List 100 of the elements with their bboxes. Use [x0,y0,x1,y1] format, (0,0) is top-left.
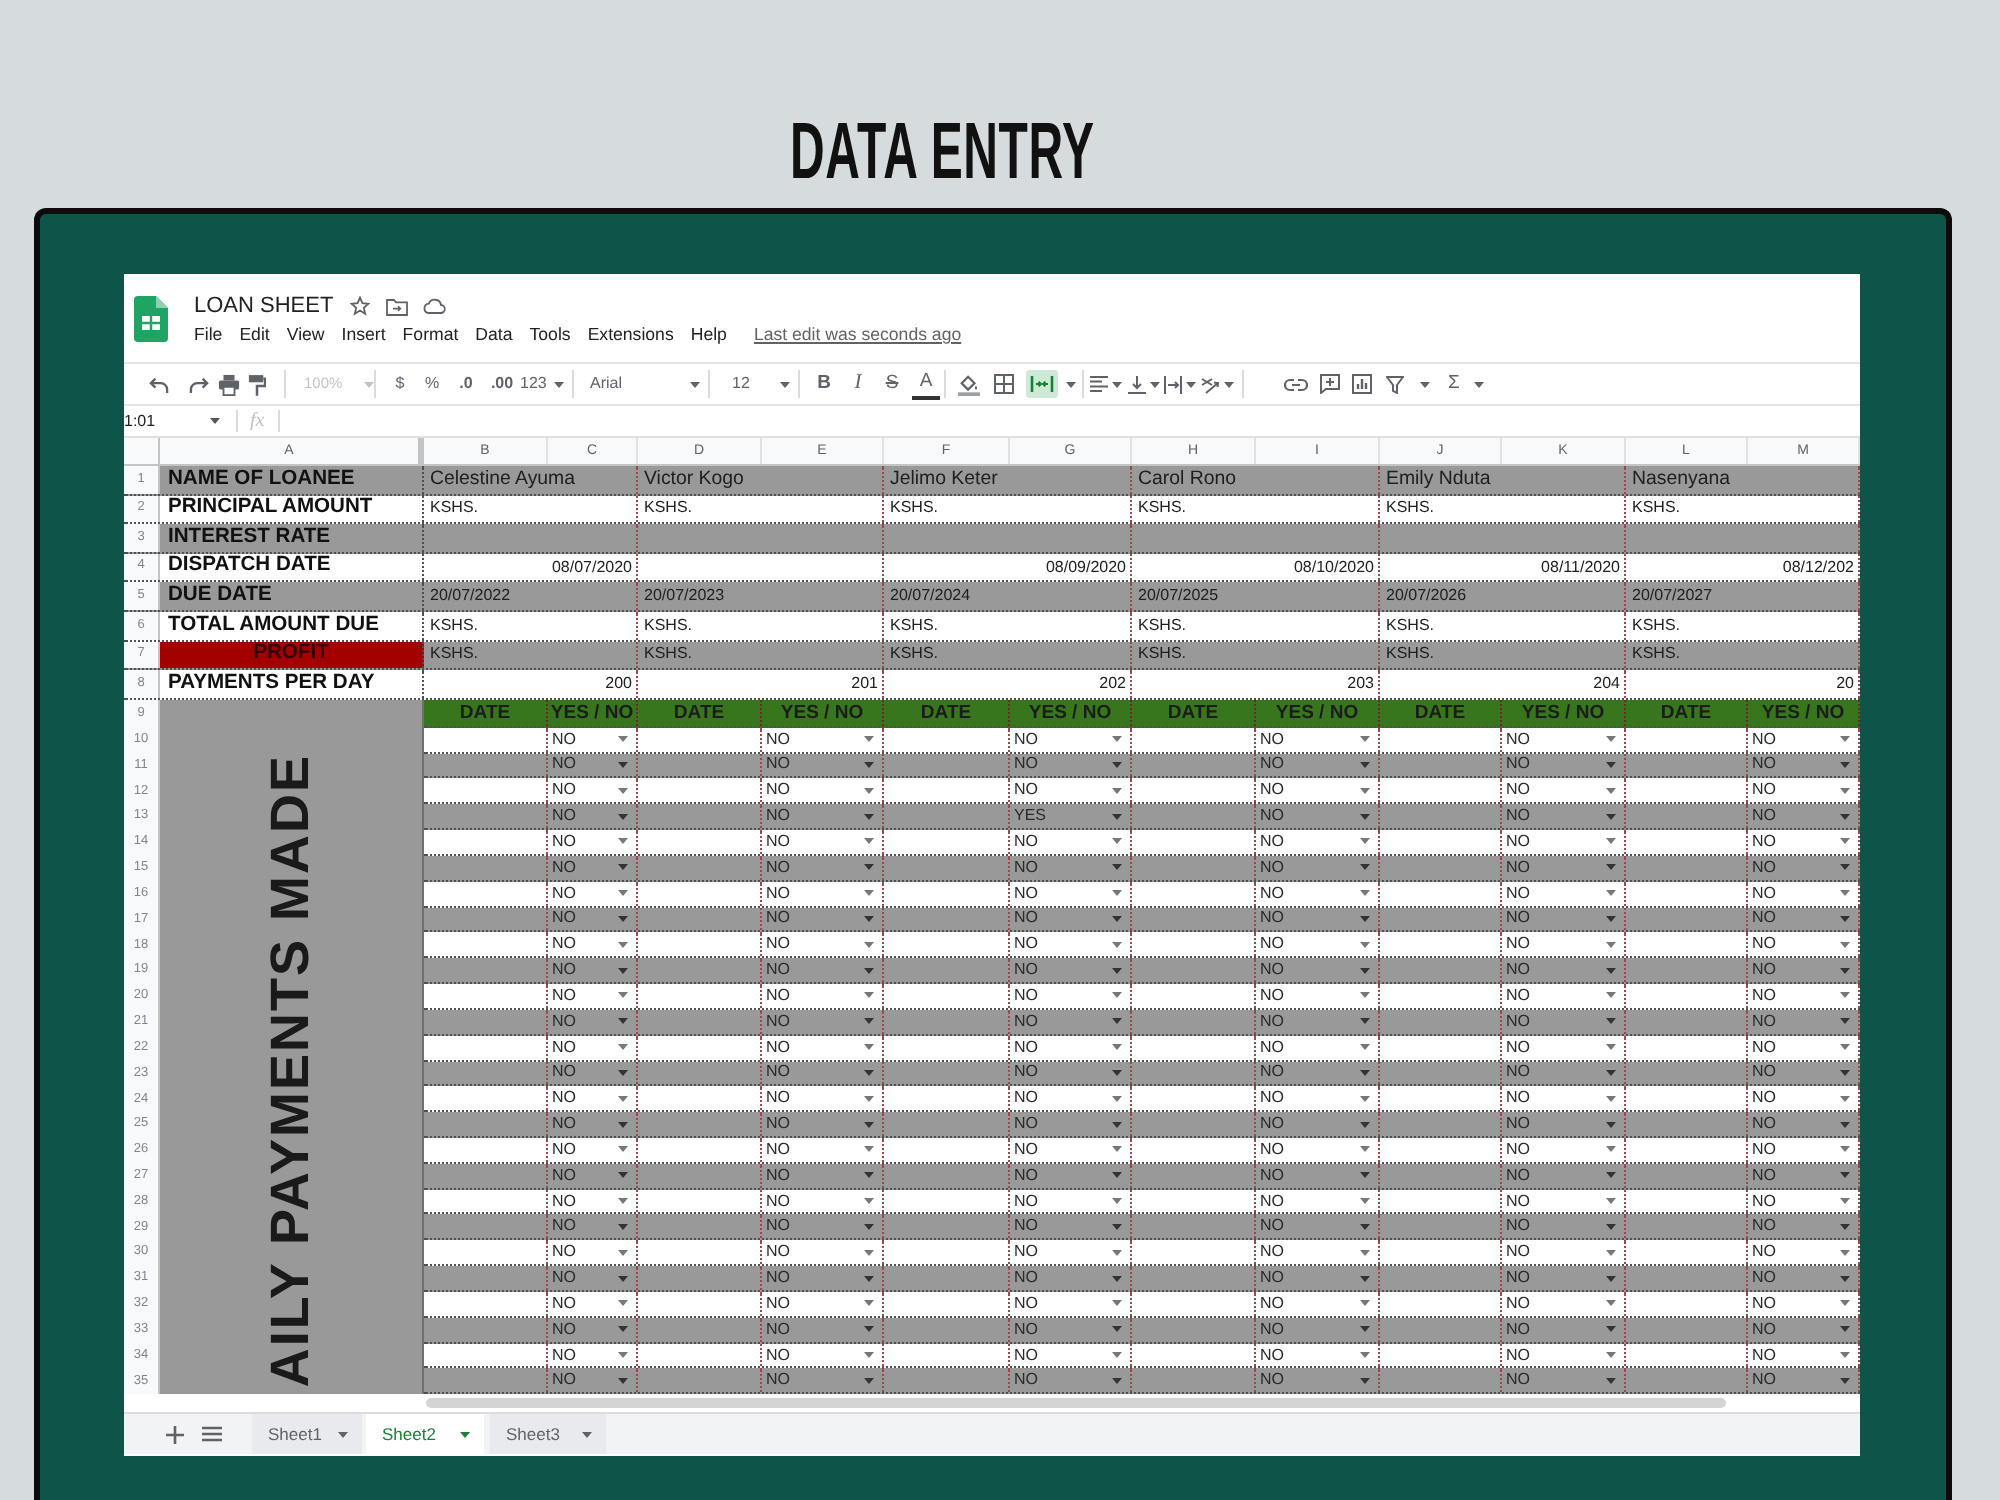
dropdown[interactable]: NO [548,907,638,931]
dropdown[interactable]: NO [1748,1061,1860,1085]
dropdown[interactable]: NO [1502,1009,1626,1034]
dropdown[interactable]: NO [762,1368,884,1393]
dropdown[interactable]: NO [1010,753,1132,777]
dropdown[interactable]: NO [1748,1035,1860,1060]
dropdown[interactable]: NO [1502,958,1626,983]
dropdown[interactable]: NO [1748,1317,1860,1342]
star-icon[interactable] [349,296,370,316]
dropdown[interactable]: NO [548,1317,638,1342]
dropdown[interactable]: NO [762,830,884,854]
text-color-button[interactable]: A [912,368,940,400]
dropdown[interactable]: NO [1010,1112,1132,1136]
dropdown[interactable]: NO [1748,907,1860,931]
dropdown[interactable]: NO [548,1009,638,1034]
dropdown[interactable]: NO [1502,1138,1626,1162]
dropdown[interactable]: NO [548,1214,638,1239]
dropdown[interactable]: NO [1010,1240,1132,1265]
plus-icon[interactable] [166,1425,184,1444]
percent-button[interactable]: % [420,368,444,400]
dropdown[interactable]: NO [762,1061,884,1085]
menu-item[interactable]: Edit [239,326,270,344]
dropdown[interactable]: NO [1748,727,1860,752]
dropdown[interactable]: NO [1748,1214,1860,1239]
strikethrough-button[interactable]: S [878,368,906,400]
dropdown[interactable]: NO [1010,1086,1132,1111]
decimal-decrease-button[interactable]: .0 [452,368,480,400]
dropdown[interactable]: NO [1010,958,1132,983]
dropdown[interactable]: NO [1256,1061,1380,1085]
dropdown[interactable]: NO [548,753,638,777]
dropdown[interactable]: NO [1502,1240,1626,1265]
dropdown[interactable]: NO [548,1138,638,1162]
dropdown[interactable]: NO [1256,778,1380,803]
dropdown[interactable]: NO [1256,1035,1380,1060]
dropdown[interactable]: NO [548,1035,638,1060]
dropdown[interactable]: NO [762,778,884,803]
dropdown[interactable]: NO [1256,855,1380,880]
functions-dropdown[interactable]: Σ [1448,368,1484,400]
dropdown[interactable]: NO [762,855,884,880]
dropdown[interactable]: NO [1748,958,1860,983]
menu-icon[interactable] [202,1426,222,1443]
dropdown[interactable]: NO [1010,1189,1132,1213]
currency-button[interactable]: $ [390,368,410,400]
merge-cells-icon[interactable] [1026,370,1058,398]
dropdown[interactable]: NO [1256,1317,1380,1342]
folder-icon[interactable] [385,297,408,315]
dropdown[interactable]: NO [762,1266,884,1290]
dropdown[interactable]: NO [1502,1086,1626,1111]
dropdown[interactable]: NO [1502,907,1626,931]
dropdown[interactable]: NO [548,830,638,854]
sheet-tab[interactable]: Sheet1 [252,1414,362,1455]
dropdown[interactable]: NO [1748,830,1860,854]
dropdown[interactable]: NO [1010,1163,1132,1188]
number-format-dropdown[interactable]: 123 [520,368,564,400]
dropdown[interactable]: NO [1256,1214,1380,1239]
dropdown[interactable]: NO [1502,932,1626,957]
font-dropdown[interactable]: Arial [590,368,700,400]
dropdown[interactable]: NO [1502,1214,1626,1239]
dropdown[interactable]: NO [548,1343,638,1367]
dropdown[interactable]: NO [1010,1009,1132,1034]
dropdown[interactable]: NO [1256,958,1380,983]
dropdown[interactable]: NO [1256,1266,1380,1290]
dropdown[interactable]: NO [1748,1138,1860,1162]
dropdown[interactable]: NO [762,1214,884,1239]
dropdown[interactable]: NO [762,1035,884,1060]
sheets-logo-icon[interactable] [134,296,168,342]
dropdown[interactable]: NO [1748,1368,1860,1393]
dropdown[interactable]: NO [762,958,884,983]
menu-item[interactable]: File [194,326,223,344]
dropdown[interactable]: NO [1256,1163,1380,1188]
dropdown[interactable]: NO [1502,1163,1626,1188]
undo-icon[interactable] [148,375,170,393]
italic-button[interactable]: I [844,368,872,400]
dropdown[interactable]: NO [762,1009,884,1034]
scrollbar-thumb[interactable] [426,1398,1726,1409]
dropdown[interactable]: NO [1748,881,1860,906]
dropdown[interactable]: NO [1256,804,1380,829]
dropdown[interactable]: NO [1748,855,1860,880]
menu-item[interactable]: Insert [341,326,386,344]
dropdown[interactable]: NO [1010,830,1132,854]
dropdown[interactable]: NO [762,804,884,829]
dropdown[interactable]: NO [1502,1343,1626,1367]
dropdown[interactable]: NO [1748,1189,1860,1213]
dropdown[interactable]: NO [762,1112,884,1136]
dropdown[interactable]: NO [548,1189,638,1213]
dropdown[interactable]: NO [1256,881,1380,906]
dropdown[interactable]: NO [1256,907,1380,931]
dropdown[interactable]: NO [1256,1240,1380,1265]
dropdown[interactable]: NO [1256,1009,1380,1034]
dropdown[interactable]: NO [548,1086,638,1111]
dropdown[interactable]: NO [1256,753,1380,777]
dropdown[interactable]: YES [1010,804,1132,829]
chart-icon[interactable] [1352,374,1372,394]
dropdown[interactable]: NO [1010,1368,1132,1393]
document-title[interactable]: LOAN SHEET [194,295,334,317]
dropdown[interactable]: NO [1502,881,1626,906]
bold-button[interactable]: B [810,368,838,400]
dropdown[interactable]: NO [548,984,638,1008]
dropdown[interactable]: NO [1010,1291,1132,1316]
dropdown[interactable]: NO [1748,1266,1860,1290]
